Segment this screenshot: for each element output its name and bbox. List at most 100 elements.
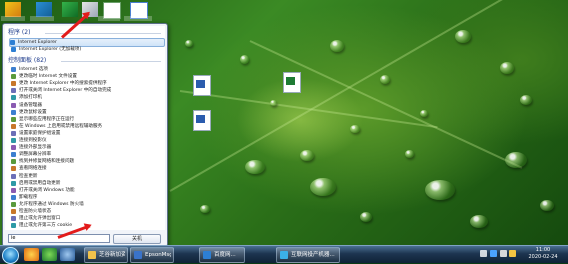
taskbar-button-browser[interactable]: 百度网... <box>199 247 245 263</box>
water-drop <box>455 30 471 43</box>
control-panel-item[interactable]: 更改临时 Internet 文件设置 <box>11 73 161 80</box>
popup-icon <box>11 216 16 222</box>
app-icon[interactable] <box>36 2 52 17</box>
taskbar: 芝谷新加资源... EpsonMsg 百度网... 互联网投产机器... 11:… <box>0 245 568 264</box>
word-file-icon <box>193 75 211 96</box>
water-drop <box>500 62 514 74</box>
update-icon <box>11 173 16 179</box>
control-panel-item[interactable]: 允许程序通过 Windows 防火墙 <box>11 201 161 208</box>
internet-options-icon <box>11 67 16 72</box>
result-label: Internet Explorer (无加载项) <box>19 47 82 52</box>
taskbar-clock[interactable]: 11:00 2020-02-24 <box>520 246 566 263</box>
ie-icon <box>10 40 15 45</box>
network-icon <box>11 159 16 165</box>
features-icon <box>11 187 16 193</box>
control-panel-item[interactable]: 设置家庭保护组设置 <box>11 130 161 137</box>
app-icon <box>280 251 288 259</box>
taskbar-button-app[interactable]: 互联网投产机器... <box>276 247 340 263</box>
notification-icon[interactable] <box>509 250 516 257</box>
network-icon[interactable] <box>490 250 497 257</box>
shutdown-button[interactable]: 关机 <box>113 234 161 244</box>
epson-icon <box>134 251 142 259</box>
projector-icon <box>11 138 16 143</box>
control-panel-item[interactable]: 检查防火墙状态 <box>11 208 161 215</box>
start-menu: 程序 (2) Internet Explorer Internet Explor… <box>2 23 168 247</box>
desktop-file-word[interactable] <box>182 75 222 97</box>
control-panel-item[interactable]: 查看网络连接 <box>11 165 161 172</box>
tray-chevron-icon[interactable] <box>480 250 487 257</box>
water-drop <box>185 40 193 47</box>
control-panel-item[interactable]: 连接外部显示器 <box>11 144 161 151</box>
browser-icon <box>203 251 211 259</box>
settings-icon <box>11 130 16 136</box>
control-panel-item-label: 打开或关闭 Internet Explorer 中的自动完成 <box>19 88 112 94</box>
control-panel-item[interactable]: 调整屏幕分辨率 <box>11 151 161 158</box>
icon-caption <box>30 16 54 21</box>
control-panel-item[interactable]: 在 Windows 上启用或禁用远程辅助服务 <box>11 123 161 130</box>
water-drop <box>310 178 336 196</box>
control-panel-item[interactable]: 阻止或允许弹出窗口 <box>11 215 161 222</box>
control-panel-item[interactable]: 启用或禁用自动更新 <box>11 180 161 187</box>
control-panel-item-label: 打开或关闭 Windows 功能 <box>19 187 75 193</box>
water-drop <box>300 150 314 161</box>
control-panel-item[interactable]: Internet 选项 <box>11 66 161 73</box>
settings-icon <box>11 88 16 94</box>
mouse-icon <box>11 109 16 115</box>
control-panel-item[interactable]: 打开或关闭 Internet Explorer 中的自动完成 <box>11 87 161 94</box>
result-label: Internet Explorer <box>18 40 57 45</box>
taskbar-button-epsonmsg[interactable]: EpsonMsg <box>130 247 174 263</box>
control-panel-item[interactable]: 显示哪些应用程序正在运行 <box>11 116 161 123</box>
control-panel-item-label: 添加打印机 <box>19 95 42 101</box>
result-internet-explorer-no-addons[interactable]: Internet Explorer (无加载项) <box>11 46 161 53</box>
taskbar-button-label: EpsonMsg <box>145 252 171 258</box>
control-panel-item[interactable]: 卸载程序 <box>11 194 161 201</box>
app-icon[interactable] <box>62 2 78 17</box>
control-panel-item-label: 阻止或允许第三方 cookie <box>19 223 73 229</box>
control-panel-item[interactable]: 检查更新 <box>11 173 161 180</box>
control-panel-item-label: 连接外部显示器 <box>19 145 52 151</box>
browser-icon[interactable] <box>24 248 39 261</box>
control-panel-item[interactable]: 连接到投影仪 <box>11 137 161 144</box>
icon-caption <box>124 16 152 21</box>
icon-caption <box>1 16 25 21</box>
desktop-file-excel[interactable] <box>272 72 312 94</box>
control-panel-item[interactable]: 更改鼠标设置 <box>11 109 161 116</box>
water-drop <box>270 100 277 106</box>
cookie-icon <box>11 223 16 229</box>
word-file-icon <box>193 110 211 131</box>
control-panel-item-label: 阻止或允许弹出窗口 <box>19 216 61 222</box>
update-icon <box>11 180 16 186</box>
water-drop <box>405 150 414 158</box>
settings-icon <box>11 116 16 122</box>
section-divider <box>61 61 161 62</box>
taskbar-button-folder[interactable]: 芝谷新加资源... <box>84 247 128 263</box>
water-drop <box>425 180 455 200</box>
remote-icon <box>11 123 16 129</box>
search-bar: 关机 <box>5 232 165 244</box>
control-panel-item-label: 查看网络连接 <box>19 166 47 172</box>
start-button[interactable] <box>2 247 19 264</box>
control-panel-item-label: 连接到投影仪 <box>19 138 47 143</box>
control-panel-section-header: 控制面板 (82) <box>8 57 47 64</box>
control-panel-item-label: 调整屏幕分辨率 <box>19 152 52 158</box>
app-icon[interactable] <box>60 248 75 261</box>
settings-icon <box>11 81 16 87</box>
desktop-file-word[interactable] <box>182 110 222 132</box>
control-panel-item[interactable]: 找到并修复网络和连接问题 <box>11 158 161 165</box>
icon-caption <box>98 16 120 21</box>
control-panel-item[interactable]: 设备管理器 <box>11 102 161 109</box>
firewall-icon <box>11 201 16 207</box>
control-panel-item-label: 启用或禁用自动更新 <box>19 180 61 186</box>
volume-icon[interactable] <box>500 250 507 257</box>
media-icon[interactable] <box>42 248 57 261</box>
control-panel-item[interactable]: 添加打印机 <box>11 94 161 101</box>
water-drop <box>505 152 527 168</box>
search-results-pane: 程序 (2) Internet Explorer Internet Explor… <box>5 26 165 230</box>
control-panel-item[interactable]: 打开或关闭 Windows 功能 <box>11 187 161 194</box>
settings-icon <box>11 74 16 80</box>
control-panel-item-label: Internet 选项 <box>19 67 48 72</box>
control-panel-item-label: 检查防火墙状态 <box>19 209 52 214</box>
app-icon[interactable] <box>5 2 21 17</box>
water-drop <box>470 215 488 228</box>
control-panel-item[interactable]: 更改 Internet Explorer 中的搜索提供程序 <box>11 80 161 87</box>
